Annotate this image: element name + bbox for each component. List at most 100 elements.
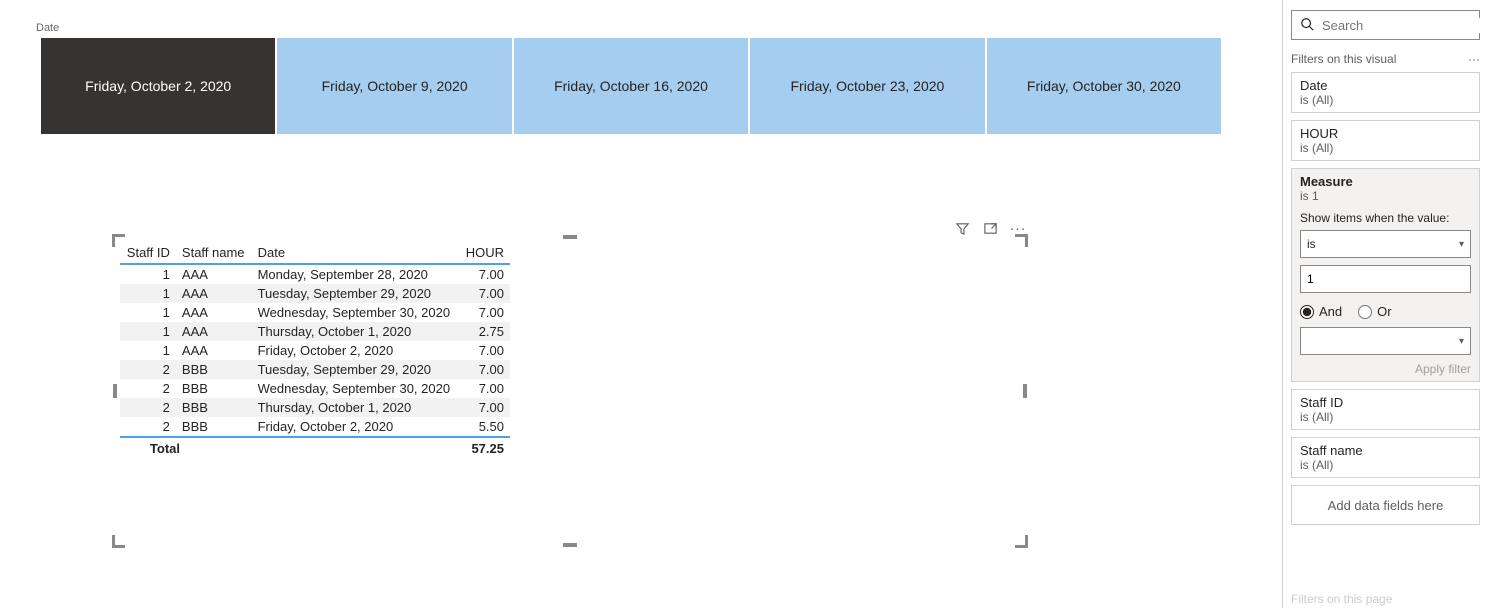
cell-hour: 7.00 [459, 284, 510, 303]
col-staff-id[interactable]: Staff ID [120, 242, 176, 264]
filter-card-value: is (All) [1300, 93, 1471, 107]
filter-operator-value: is [1307, 237, 1316, 251]
chevron-down-icon: ▾ [1459, 336, 1464, 347]
slicer-item[interactable]: Friday, October 2, 2020 [41, 38, 275, 134]
filter-logic-and[interactable]: And [1300, 304, 1342, 319]
table-row[interactable]: 2BBBFriday, October 2, 20205.50 [120, 417, 510, 437]
cell-hour: 5.50 [459, 417, 510, 437]
filters-search-input[interactable] [1322, 18, 1488, 33]
cell-staff-name: AAA [176, 341, 252, 360]
filters-section-menu-icon[interactable]: ··· [1468, 52, 1480, 66]
filters-section-page-label: Filters on this page [1291, 592, 1392, 606]
table-row[interactable]: 2BBBThursday, October 1, 20207.00 [120, 398, 510, 417]
filters-section-visual: Filters on this visual ··· [1291, 52, 1480, 66]
table-row[interactable]: 1AAAMonday, September 28, 20207.00 [120, 264, 510, 284]
cell-hour: 7.00 [459, 360, 510, 379]
cell-staff-name: BBB [176, 379, 252, 398]
filter-card-value: is (All) [1300, 141, 1471, 155]
radio-or-label: Or [1377, 304, 1391, 319]
resize-handle-r[interactable] [1023, 384, 1027, 398]
table-row[interactable]: 2BBBWednesday, September 30, 20207.00 [120, 379, 510, 398]
cell-date: Friday, October 2, 2020 [252, 341, 459, 360]
radio-or[interactable] [1358, 305, 1372, 319]
filter-operator-select[interactable]: is ▾ [1300, 230, 1471, 258]
cell-hour: 7.00 [459, 379, 510, 398]
table-row[interactable]: 1AAAFriday, October 2, 20207.00 [120, 341, 510, 360]
cell-staff-name: BBB [176, 360, 252, 379]
table-row[interactable]: 1AAAThursday, October 1, 20202.75 [120, 322, 510, 341]
table-row[interactable]: 1AAAWednesday, September 30, 20207.00 [120, 303, 510, 322]
cell-date: Wednesday, September 30, 2020 [252, 379, 459, 398]
cell-date: Wednesday, September 30, 2020 [252, 303, 459, 322]
col-date[interactable]: Date [252, 242, 459, 264]
table-visual[interactable]: ··· Staff ID Staff name Date HOUR 1AAAMo… [116, 238, 1024, 544]
cell-hour: 2.75 [459, 322, 510, 341]
filter-card-value: is (All) [1300, 458, 1471, 472]
filter-card-name: Staff name [1300, 443, 1471, 458]
filters-dropzone[interactable]: Add data fields here [1291, 485, 1480, 525]
cell-staff-id: 2 [120, 398, 176, 417]
resize-handle-b[interactable] [563, 543, 577, 547]
filters-section-visual-label: Filters on this visual [1291, 52, 1396, 66]
filter-card-name: Measure [1300, 174, 1471, 189]
filters-pane: Filters on this visual ··· Date is (All)… [1282, 0, 1488, 608]
filter-card-name: Staff ID [1300, 395, 1471, 410]
cell-hour: 7.00 [459, 264, 510, 284]
radio-and[interactable] [1300, 305, 1314, 319]
table-row[interactable]: 2BBBTuesday, September 29, 20207.00 [120, 360, 510, 379]
filter-icon[interactable] [954, 220, 970, 236]
col-staff-name[interactable]: Staff name [176, 242, 252, 264]
filter-card-name: HOUR [1300, 126, 1471, 141]
cell-staff-id: 1 [120, 303, 176, 322]
col-hour[interactable]: HOUR [459, 242, 510, 264]
focus-mode-icon[interactable] [982, 220, 998, 236]
search-icon [1300, 17, 1314, 34]
cell-staff-id: 1 [120, 341, 176, 360]
total-label: Total [144, 437, 220, 459]
filter-card-name: Date [1300, 78, 1471, 93]
filter-operator2-value [1307, 334, 1310, 348]
slicer-item[interactable]: Friday, October 9, 2020 [277, 38, 511, 134]
cell-staff-name: BBB [176, 398, 252, 417]
filter-logic-radios: And Or [1300, 304, 1471, 319]
cell-date: Thursday, October 1, 2020 [252, 322, 459, 341]
filter-card-value: is (All) [1300, 410, 1471, 424]
apply-filter-link[interactable]: Apply filter [1300, 362, 1471, 376]
filter-card-date[interactable]: Date is (All) [1291, 72, 1480, 113]
filters-search[interactable] [1291, 10, 1480, 40]
filter-card-hour[interactable]: HOUR is (All) [1291, 120, 1480, 161]
resize-handle-l[interactable] [113, 384, 117, 398]
table-header-row: Staff ID Staff name Date HOUR [120, 242, 510, 264]
filter-card-measure[interactable]: Measure is 1 Show items when the value: … [1291, 168, 1480, 382]
filter-operator2-select[interactable]: ▾ [1300, 327, 1471, 355]
filter-card-staff-id[interactable]: Staff ID is (All) [1291, 389, 1480, 430]
cell-staff-name: BBB [176, 417, 252, 437]
cell-staff-id: 2 [120, 360, 176, 379]
filter-logic-or[interactable]: Or [1358, 304, 1391, 319]
cell-staff-id: 2 [120, 417, 176, 437]
cell-date: Friday, October 2, 2020 [252, 417, 459, 437]
cell-staff-name: AAA [176, 284, 252, 303]
cell-date: Tuesday, September 29, 2020 [252, 284, 459, 303]
cell-date: Monday, September 28, 2020 [252, 264, 459, 284]
filter-value-input[interactable] [1300, 265, 1471, 293]
slicer-item[interactable]: Friday, October 16, 2020 [514, 38, 748, 134]
total-value: 57.25 [459, 437, 510, 459]
filter-card-staff-name[interactable]: Staff name is (All) [1291, 437, 1480, 478]
slicer-item[interactable]: Friday, October 30, 2020 [987, 38, 1221, 134]
slicer-title: Date [36, 22, 59, 34]
table-total-row: Total 57.25 [120, 437, 510, 459]
resize-handle-t[interactable] [563, 235, 577, 239]
cell-date: Thursday, October 1, 2020 [252, 398, 459, 417]
cell-staff-id: 2 [120, 379, 176, 398]
cell-staff-name: AAA [176, 264, 252, 284]
chevron-down-icon: ▾ [1459, 239, 1464, 250]
filter-condition-prompt: Show items when the value: [1300, 211, 1471, 225]
date-slicer: Friday, October 2, 2020Friday, October 9… [41, 38, 1221, 134]
cell-staff-id: 1 [120, 264, 176, 284]
table-row[interactable]: 1AAATuesday, September 29, 20207.00 [120, 284, 510, 303]
slicer-item[interactable]: Friday, October 23, 2020 [750, 38, 984, 134]
cell-hour: 7.00 [459, 398, 510, 417]
radio-and-label: And [1319, 304, 1342, 319]
cell-date: Tuesday, September 29, 2020 [252, 360, 459, 379]
